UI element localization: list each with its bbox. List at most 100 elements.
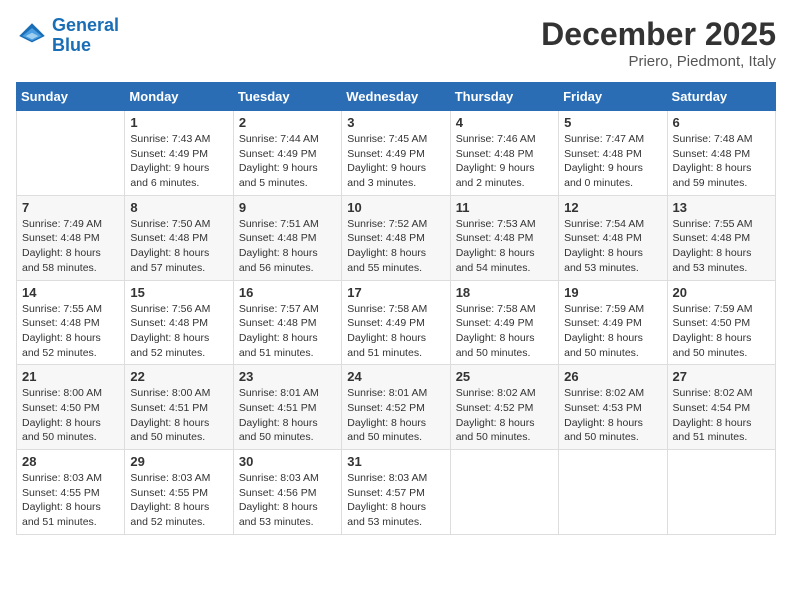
logo-line1: General: [52, 15, 119, 35]
calendar-cell: 5 Sunrise: 7:47 AM Sunset: 4:48 PM Dayli…: [559, 111, 667, 196]
sunrise-text: Sunrise: 7:55 AM: [673, 218, 753, 230]
daylight-text: Daylight: 8 hours and 50 minutes.: [239, 417, 318, 444]
calendar-cell: 10 Sunrise: 7:52 AM Sunset: 4:48 PM Dayl…: [342, 195, 450, 280]
weekday-header: Thursday: [450, 83, 558, 111]
sunrise-text: Sunrise: 7:46 AM: [456, 133, 536, 145]
logo-text: General Blue: [52, 16, 119, 56]
daylight-text: Daylight: 9 hours and 2 minutes.: [456, 162, 535, 189]
calendar-cell: 8 Sunrise: 7:50 AM Sunset: 4:48 PM Dayli…: [125, 195, 233, 280]
sunset-text: Sunset: 4:49 PM: [347, 317, 425, 329]
day-info: Sunrise: 7:57 AM Sunset: 4:48 PM Dayligh…: [239, 302, 336, 361]
calendar-cell: 30 Sunrise: 8:03 AM Sunset: 4:56 PM Dayl…: [233, 450, 341, 535]
daylight-text: Daylight: 8 hours and 50 minutes.: [564, 332, 643, 359]
sunrise-text: Sunrise: 7:59 AM: [673, 303, 753, 315]
calendar-cell: 4 Sunrise: 7:46 AM Sunset: 4:48 PM Dayli…: [450, 111, 558, 196]
day-number: 23: [239, 369, 336, 384]
day-info: Sunrise: 7:51 AM Sunset: 4:48 PM Dayligh…: [239, 217, 336, 276]
calendar-cell: 15 Sunrise: 7:56 AM Sunset: 4:48 PM Dayl…: [125, 280, 233, 365]
daylight-text: Daylight: 8 hours and 55 minutes.: [347, 247, 426, 274]
sunrise-text: Sunrise: 8:02 AM: [456, 387, 536, 399]
sunset-text: Sunset: 4:50 PM: [673, 317, 751, 329]
page-header: General Blue December 2025 Priero, Piedm…: [16, 16, 776, 70]
day-info: Sunrise: 7:58 AM Sunset: 4:49 PM Dayligh…: [456, 302, 553, 361]
month-title: December 2025: [541, 16, 776, 53]
calendar-table: SundayMondayTuesdayWednesdayThursdayFrid…: [16, 82, 776, 535]
sunrise-text: Sunrise: 8:02 AM: [673, 387, 753, 399]
sunset-text: Sunset: 4:56 PM: [239, 487, 317, 499]
day-number: 7: [22, 200, 119, 215]
weekday-header: Wednesday: [342, 83, 450, 111]
sunset-text: Sunset: 4:48 PM: [239, 317, 317, 329]
day-info: Sunrise: 8:02 AM Sunset: 4:53 PM Dayligh…: [564, 386, 661, 445]
calendar-cell: 27 Sunrise: 8:02 AM Sunset: 4:54 PM Dayl…: [667, 365, 775, 450]
sunset-text: Sunset: 4:52 PM: [347, 402, 425, 414]
calendar-cell: 1 Sunrise: 7:43 AM Sunset: 4:49 PM Dayli…: [125, 111, 233, 196]
calendar-cell: 17 Sunrise: 7:58 AM Sunset: 4:49 PM Dayl…: [342, 280, 450, 365]
day-info: Sunrise: 8:03 AM Sunset: 4:56 PM Dayligh…: [239, 471, 336, 530]
daylight-text: Daylight: 8 hours and 58 minutes.: [22, 247, 101, 274]
day-number: 3: [347, 115, 444, 130]
sunrise-text: Sunrise: 8:03 AM: [347, 472, 427, 484]
day-number: 26: [564, 369, 661, 384]
calendar-cell: 3 Sunrise: 7:45 AM Sunset: 4:49 PM Dayli…: [342, 111, 450, 196]
weekday-header: Monday: [125, 83, 233, 111]
sunrise-text: Sunrise: 7:59 AM: [564, 303, 644, 315]
logo-line2: Blue: [52, 35, 91, 55]
sunrise-text: Sunrise: 8:00 AM: [130, 387, 210, 399]
daylight-text: Daylight: 8 hours and 54 minutes.: [456, 247, 535, 274]
calendar-cell: 13 Sunrise: 7:55 AM Sunset: 4:48 PM Dayl…: [667, 195, 775, 280]
sunset-text: Sunset: 4:48 PM: [239, 232, 317, 244]
day-number: 30: [239, 454, 336, 469]
sunset-text: Sunset: 4:49 PM: [130, 148, 208, 160]
day-number: 13: [673, 200, 770, 215]
day-info: Sunrise: 7:46 AM Sunset: 4:48 PM Dayligh…: [456, 132, 553, 191]
sunrise-text: Sunrise: 8:03 AM: [22, 472, 102, 484]
sunset-text: Sunset: 4:48 PM: [456, 232, 534, 244]
sunset-text: Sunset: 4:48 PM: [564, 148, 642, 160]
day-number: 21: [22, 369, 119, 384]
calendar-cell: 23 Sunrise: 8:01 AM Sunset: 4:51 PM Dayl…: [233, 365, 341, 450]
day-number: 20: [673, 285, 770, 300]
calendar-cell: [667, 450, 775, 535]
sunset-text: Sunset: 4:48 PM: [130, 232, 208, 244]
logo-icon: [16, 20, 48, 52]
sunset-text: Sunset: 4:48 PM: [130, 317, 208, 329]
day-number: 9: [239, 200, 336, 215]
day-info: Sunrise: 7:55 AM Sunset: 4:48 PM Dayligh…: [22, 302, 119, 361]
sunrise-text: Sunrise: 7:48 AM: [673, 133, 753, 145]
sunset-text: Sunset: 4:52 PM: [456, 402, 534, 414]
sunset-text: Sunset: 4:48 PM: [673, 148, 751, 160]
calendar-cell: 26 Sunrise: 8:02 AM Sunset: 4:53 PM Dayl…: [559, 365, 667, 450]
daylight-text: Daylight: 8 hours and 51 minutes.: [347, 332, 426, 359]
calendar-cell: 19 Sunrise: 7:59 AM Sunset: 4:49 PM Dayl…: [559, 280, 667, 365]
logo: General Blue: [16, 16, 119, 56]
day-info: Sunrise: 7:59 AM Sunset: 4:49 PM Dayligh…: [564, 302, 661, 361]
sunrise-text: Sunrise: 8:02 AM: [564, 387, 644, 399]
sunrise-text: Sunrise: 7:52 AM: [347, 218, 427, 230]
day-number: 1: [130, 115, 227, 130]
daylight-text: Daylight: 9 hours and 6 minutes.: [130, 162, 209, 189]
calendar-cell: 22 Sunrise: 8:00 AM Sunset: 4:51 PM Dayl…: [125, 365, 233, 450]
daylight-text: Daylight: 8 hours and 53 minutes.: [347, 501, 426, 528]
day-info: Sunrise: 7:45 AM Sunset: 4:49 PM Dayligh…: [347, 132, 444, 191]
day-number: 4: [456, 115, 553, 130]
sunset-text: Sunset: 4:48 PM: [564, 232, 642, 244]
daylight-text: Daylight: 8 hours and 50 minutes.: [564, 417, 643, 444]
sunrise-text: Sunrise: 7:49 AM: [22, 218, 102, 230]
daylight-text: Daylight: 8 hours and 59 minutes.: [673, 162, 752, 189]
sunrise-text: Sunrise: 7:45 AM: [347, 133, 427, 145]
day-info: Sunrise: 7:58 AM Sunset: 4:49 PM Dayligh…: [347, 302, 444, 361]
day-number: 15: [130, 285, 227, 300]
day-number: 6: [673, 115, 770, 130]
day-info: Sunrise: 8:01 AM Sunset: 4:52 PM Dayligh…: [347, 386, 444, 445]
day-info: Sunrise: 8:02 AM Sunset: 4:52 PM Dayligh…: [456, 386, 553, 445]
day-number: 31: [347, 454, 444, 469]
sunrise-text: Sunrise: 7:57 AM: [239, 303, 319, 315]
daylight-text: Daylight: 8 hours and 51 minutes.: [22, 501, 101, 528]
day-info: Sunrise: 7:49 AM Sunset: 4:48 PM Dayligh…: [22, 217, 119, 276]
calendar-week-row: 14 Sunrise: 7:55 AM Sunset: 4:48 PM Dayl…: [17, 280, 776, 365]
daylight-text: Daylight: 8 hours and 52 minutes.: [130, 501, 209, 528]
sunset-text: Sunset: 4:55 PM: [130, 487, 208, 499]
calendar-cell: 9 Sunrise: 7:51 AM Sunset: 4:48 PM Dayli…: [233, 195, 341, 280]
day-number: 5: [564, 115, 661, 130]
